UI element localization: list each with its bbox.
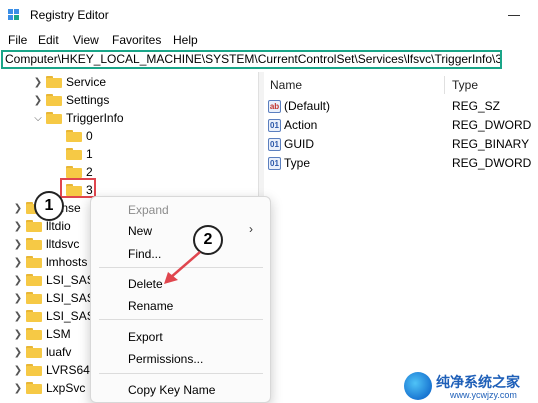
folder-icon: [66, 148, 82, 160]
string-value-icon: ab: [268, 99, 281, 113]
context-menu: Expand New › Find... Delete Rename Expor…: [90, 196, 271, 403]
menu-view[interactable]: View: [73, 33, 99, 47]
chevron-right-icon[interactable]: ❯: [12, 199, 24, 217]
tree-item-triggerinfo[interactable]: ⌵ TriggerInfo: [32, 109, 123, 127]
tree-item-luafv[interactable]: ❯ luafv: [12, 343, 72, 361]
watermark: 纯净系统之家 www.ycwjzy.com: [398, 370, 536, 402]
folder-icon: [46, 76, 62, 88]
value-row-default[interactable]: ab (Default): [268, 97, 330, 115]
tree-item-lxpsvc[interactable]: ❯ LxpSvc: [12, 379, 86, 397]
menu-find[interactable]: Find...: [128, 247, 161, 261]
chevron-right-icon[interactable]: ❯: [12, 325, 24, 343]
value-row-type[interactable]: 01 Type: [268, 154, 310, 172]
folder-icon: [26, 346, 42, 358]
menu-delete[interactable]: Delete: [128, 277, 163, 291]
folder-icon: [26, 328, 42, 340]
menu-help[interactable]: Help: [173, 33, 198, 47]
folder-icon: [26, 238, 42, 250]
menu-expand: Expand: [128, 203, 169, 217]
selected-key-highlight: [60, 178, 96, 198]
folder-icon: [26, 382, 42, 394]
menu-file[interactable]: File: [8, 33, 27, 47]
chevron-right-icon: ›: [249, 222, 253, 236]
menu-rename[interactable]: Rename: [128, 299, 173, 313]
step-1-badge: 1: [34, 191, 64, 221]
menu-separator: [99, 373, 263, 374]
folder-icon: [26, 256, 42, 268]
chevron-right-icon[interactable]: ❯: [12, 289, 24, 307]
folder-icon: [46, 112, 62, 124]
chevron-right-icon[interactable]: ❯: [12, 217, 24, 235]
column-header-type[interactable]: Type: [452, 78, 478, 92]
tree-item-lsi-sas-2[interactable]: ❯ LSI_SAS: [12, 289, 95, 307]
folder-icon: [26, 220, 42, 232]
tree-item-lltdio[interactable]: ❯ lltdio: [12, 217, 71, 235]
folder-icon: [26, 310, 42, 322]
tree-item-lltdsvc[interactable]: ❯ lltdsvc: [12, 235, 80, 253]
values-list: Name Type ab (Default) REG_SZ 01 Action RE…: [264, 72, 538, 403]
tree-item-lsm[interactable]: ❯ LSM: [12, 325, 71, 343]
watermark-url: www.ycwjzy.com: [450, 390, 517, 400]
watermark-logo-icon: [404, 372, 432, 400]
folder-icon: [46, 94, 62, 106]
chevron-right-icon[interactable]: ❯: [12, 235, 24, 253]
folder-icon: [26, 274, 42, 286]
folder-icon: [26, 292, 42, 304]
chevron-right-icon[interactable]: ❯: [12, 307, 24, 325]
watermark-text: 纯净系统之家: [436, 374, 520, 390]
value-type: REG_BINARY: [452, 137, 530, 151]
tree-item-lvrs64[interactable]: ❯ LVRS64: [12, 361, 90, 379]
menu-separator: [99, 319, 263, 320]
binary-value-icon: 01: [268, 156, 281, 170]
column-header-name[interactable]: Name: [270, 78, 302, 92]
menu-edit[interactable]: Edit: [38, 33, 59, 47]
tree-item-settings[interactable]: ❯ Settings: [32, 91, 110, 109]
registry-editor-icon: [8, 9, 19, 20]
menu-export[interactable]: Export: [128, 330, 163, 344]
value-type: REG_DWORD: [452, 118, 532, 132]
folder-icon: [66, 166, 82, 178]
tree-item-lsi-sas-1[interactable]: ❯ LSI_SAS: [12, 271, 95, 289]
binary-value-icon: 01: [268, 137, 281, 151]
column-divider[interactable]: [444, 76, 445, 94]
tree-item-0[interactable]: 0: [52, 127, 93, 145]
chevron-right-icon[interactable]: ❯: [12, 361, 24, 379]
tree-item-lsi-sas-3[interactable]: ❯ LSI_SAS: [12, 307, 95, 325]
binary-value-icon: 01: [268, 118, 281, 132]
menu-new[interactable]: New: [128, 224, 152, 238]
folder-icon: [66, 130, 82, 142]
value-type: REG_SZ: [452, 99, 501, 113]
menu-favorites[interactable]: Favorites: [112, 33, 161, 47]
tree-item-service[interactable]: ❯ Service: [32, 73, 106, 91]
arrow-icon: [164, 251, 201, 284]
chevron-right-icon[interactable]: ❯: [12, 379, 24, 397]
menu-bar: File Edit View Favorites Help: [0, 31, 538, 49]
menu-copy-key-name[interactable]: Copy Key Name: [128, 383, 215, 397]
chevron-down-icon[interactable]: ⌵: [32, 109, 44, 127]
chevron-right-icon[interactable]: ❯: [32, 91, 44, 109]
value-row-guid[interactable]: 01 GUID: [268, 135, 314, 153]
menu-permissions[interactable]: Permissions...: [128, 352, 203, 366]
chevron-right-icon[interactable]: ❯: [12, 271, 24, 289]
chevron-right-icon[interactable]: ❯: [12, 253, 24, 271]
folder-icon: [26, 364, 42, 376]
tree-item-1[interactable]: 1: [52, 145, 93, 163]
minimize-button[interactable]: [508, 15, 520, 16]
window-title: Registry Editor: [30, 8, 109, 22]
tree-item-lmhosts[interactable]: ❯ lmhosts: [12, 253, 88, 271]
chevron-right-icon[interactable]: ❯: [12, 343, 24, 361]
address-bar[interactable]: Computer\HKEY_LOCAL_MACHINE\SYSTEM\Curre…: [1, 50, 502, 69]
value-type: REG_DWORD: [452, 156, 532, 170]
value-row-action[interactable]: 01 Action: [268, 116, 317, 134]
title-bar: Registry Editor: [0, 0, 538, 30]
chevron-right-icon[interactable]: ❯: [32, 73, 44, 91]
